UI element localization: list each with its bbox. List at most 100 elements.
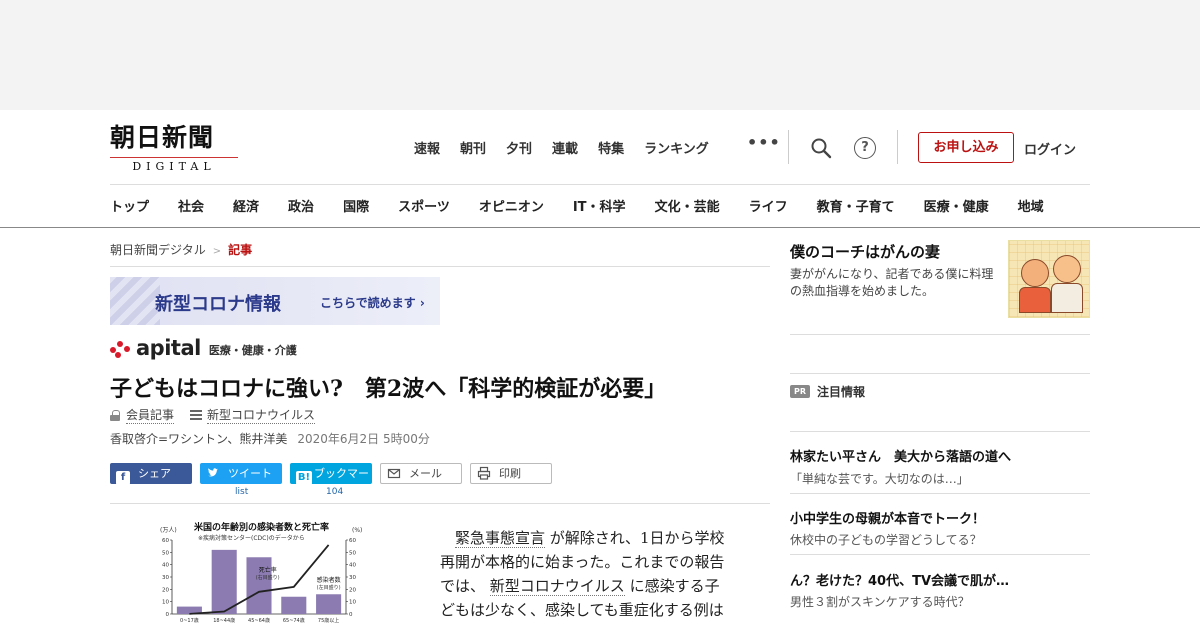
body-line: どもは少なく、感染しても重症化する例は [440, 598, 760, 622]
pr-badge: PR [790, 385, 810, 398]
search-icon[interactable] [810, 137, 832, 159]
cat-sports[interactable]: スポーツ [398, 196, 450, 215]
y-tick-label-left: 50 [162, 550, 169, 556]
y-tick-label-right: 10 [349, 600, 356, 606]
promo-description[interactable]: 妻ががんになり、記者である僕に料理の熱血指導を始めました。 [790, 266, 1005, 300]
logo-subtitle: DIGITAL [132, 160, 216, 173]
top-nav-tokushu[interactable]: 特集 [598, 138, 624, 157]
top-nav-choukan[interactable]: 朝刊 [460, 138, 486, 157]
body-line: では、 新型コロナウイルス に感染する子 [440, 574, 760, 598]
chart-bar [211, 549, 237, 614]
illustration-figure [1021, 259, 1049, 287]
chart-subtitle: ※疾病対策センター(CDC)のデータから [198, 535, 305, 542]
body-text-segment: では、 [440, 577, 490, 595]
bar-series-sublabel: (左目盛り) [317, 584, 341, 591]
y-tick-label-left: 30 [162, 575, 169, 581]
breadcrumb-current: 記事 [228, 243, 253, 257]
top-nav: 速報 朝刊 夕刊 連載 特集 ランキング [414, 138, 729, 157]
promo-title[interactable]: 僕のコーチはがんの妻 [790, 241, 940, 262]
logo-wordmark: 朝日新聞 [110, 123, 215, 152]
facebook-share-button[interactable]: f シェア [110, 463, 192, 485]
cat-society[interactable]: 社会 [178, 196, 204, 215]
print-label: 印刷 [499, 467, 521, 480]
y-tick-label-left: 60 [162, 538, 169, 544]
mail-share-label: メール [409, 467, 442, 480]
cat-it-science[interactable]: IT・科学 [573, 196, 626, 215]
pr-item-desc[interactable]: 「単純な芸です。大切なのは…」 [790, 470, 969, 487]
cat-life[interactable]: ライフ [749, 196, 788, 215]
cat-culture[interactable]: 文化・芸能 [655, 196, 720, 215]
corona-banner-link: こちらで読めます › [320, 296, 425, 310]
body-term-link[interactable]: 新型コロナウイルス [489, 577, 625, 596]
pr-item-desc[interactable]: 休校中の子どもの学習どうしてる？ [790, 531, 982, 548]
pr-item-title[interactable]: 小中学生の母親が本音でトーク！ [790, 508, 985, 527]
chart-title: 米国の年齢別の感染者数と死亡率 [194, 523, 330, 533]
top-nav-rensai[interactable]: 連載 [552, 138, 578, 157]
pr-item-title[interactable]: ん？老けた？40代、TV会議で肌が… [790, 570, 1009, 589]
y-tick-label-right: 20 [349, 587, 356, 593]
y-tick-label-left: 10 [162, 600, 169, 606]
cat-top[interactable]: トップ [110, 196, 149, 215]
apply-button[interactable]: お申し込み [918, 132, 1014, 163]
hatena-count[interactable]: 104 [326, 487, 343, 497]
body-line: 再開が本格的に始まった。これまでの報告 [440, 550, 760, 574]
cat-politics[interactable]: 政治 [288, 196, 314, 215]
printer-icon [477, 466, 491, 480]
twitter-count[interactable]: list [235, 487, 248, 497]
sidebar-divider [790, 334, 1090, 335]
lock-icon [110, 409, 120, 421]
nav-bottom-line [0, 227, 1200, 228]
cat-education[interactable]: 教育・子育て [817, 196, 895, 215]
apital-logo-icon [110, 339, 132, 359]
apital-label[interactable]: apital 医療・健康・介護 [110, 337, 297, 359]
member-article-link[interactable]: 会員記事 [126, 406, 175, 424]
top-nav-sokuho[interactable]: 速報 [414, 138, 440, 157]
mail-icon [387, 466, 401, 480]
twitter-share-button[interactable]: ツイート [200, 463, 282, 484]
list-icon [190, 410, 203, 420]
sidebar-divider [790, 431, 1090, 432]
topic-link[interactable]: 新型コロナウイルス [207, 406, 316, 424]
pr-heading-label: 注目情報 [817, 385, 866, 399]
x-tick-label: 65~74歳 [283, 617, 305, 624]
cat-health[interactable]: 医療・健康 [924, 196, 989, 215]
site-logo[interactable]: 朝日新聞 DIGITAL [110, 123, 240, 173]
help-icon[interactable]: ? [854, 137, 876, 159]
article-body: 緊急事態宣言 が解除され、1日から学校 再開が本格的に始まった。これまでの報告 では… [440, 526, 760, 622]
y-tick-label-left: 20 [162, 587, 169, 593]
hatena-icon: B! [296, 471, 312, 485]
top-nav-yuukan[interactable]: 夕刊 [506, 138, 532, 157]
sidebar-divider [790, 554, 1090, 555]
header-divider-line [110, 184, 1090, 185]
promo-illustration[interactable] [1008, 240, 1090, 318]
y-tick-label-right: 60 [349, 538, 356, 544]
mail-share-button[interactable]: メール [380, 463, 462, 484]
cat-region[interactable]: 地域 [1018, 196, 1044, 215]
hatena-bookmark-button[interactable]: B! ブックマーク [290, 463, 372, 502]
y-tick-label-right: 50 [349, 550, 356, 556]
pr-item-desc[interactable]: 男性３割がスキンケアする時代？ [790, 593, 970, 610]
pr-item-title[interactable]: 林家たい平さん 美大から落語の道へ [790, 446, 1011, 465]
corona-info-banner[interactable]: 新型コロナ情報 こちらで読めます › [110, 277, 440, 325]
print-button[interactable]: 印刷 [470, 463, 552, 484]
y-axis-label-right: (%) [352, 527, 362, 534]
breadcrumb-line [110, 266, 770, 267]
illustration-figure [1053, 255, 1081, 283]
share-divider-line [110, 503, 770, 504]
infection-chart[interactable]: (万人) (%) 0 0 10 10 20 20 30 30 40 40 50 50 60 60 0~17歳 18… [146, 518, 376, 630]
breadcrumb-separator: > [212, 246, 222, 257]
header-divider [897, 130, 898, 164]
body-term-link[interactable]: 緊急事態宣言 [455, 529, 546, 548]
cat-international[interactable]: 国際 [343, 196, 369, 215]
facebook-share-label: シェア [138, 467, 171, 480]
breadcrumb-home[interactable]: 朝日新聞デジタル [110, 243, 206, 257]
login-link[interactable]: ログイン [1024, 139, 1076, 158]
cat-opinion[interactable]: オピニオン [479, 196, 544, 215]
category-nav: トップ 社会 経済 政治 国際 スポーツ オピニオン IT・科学 文化・芸能 ラ… [110, 196, 1044, 215]
cat-economy[interactable]: 経済 [233, 196, 259, 215]
banner-decoration [110, 277, 160, 325]
top-nav-ranking[interactable]: ランキング [644, 138, 709, 157]
more-menu-icon[interactable]: ••• [747, 133, 781, 152]
line-series-label: 死亡率 [259, 566, 277, 574]
article-byline: 香取啓介=ワシントン、熊井洋美 2020年6月2日 5時00分 [110, 430, 430, 447]
